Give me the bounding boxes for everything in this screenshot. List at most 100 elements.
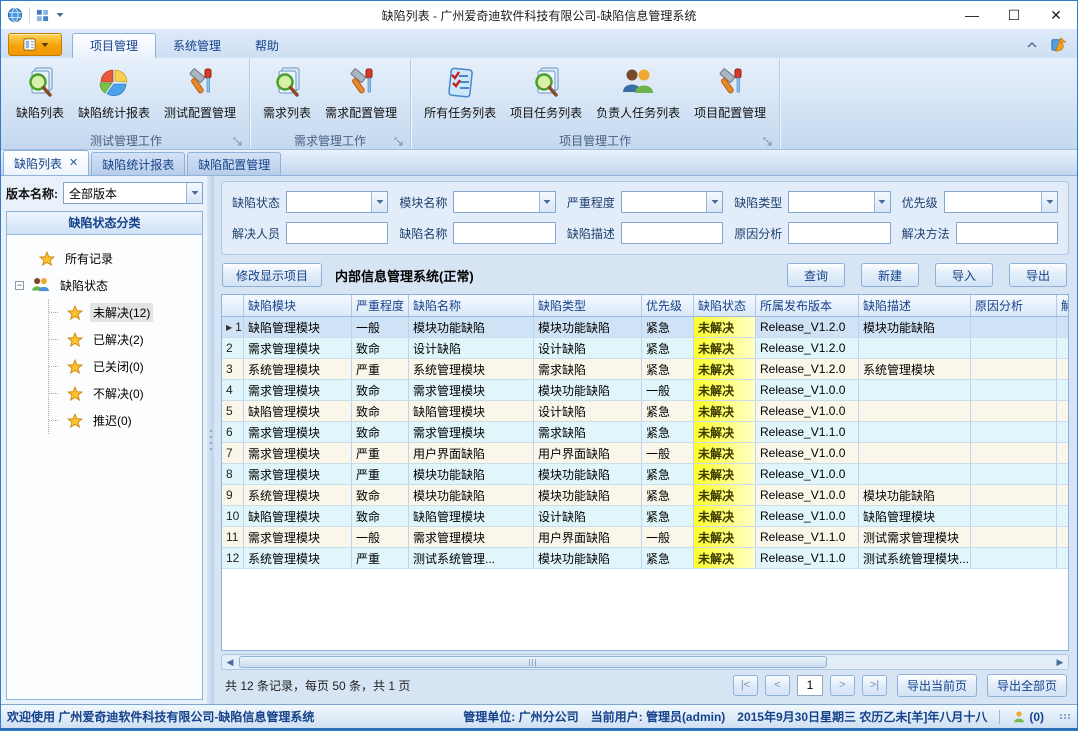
chevron-down-icon[interactable] <box>706 192 722 212</box>
tree-item[interactable]: 推迟(0) <box>49 407 198 434</box>
ribbon-tab-3[interactable]: 帮助 <box>238 33 296 58</box>
tree-item[interactable]: 所有记录 <box>15 245 198 272</box>
resize-grip[interactable] <box>1060 714 1071 719</box>
query-button[interactable]: 查询 <box>787 263 845 287</box>
dialog-launcher-icon[interactable] <box>763 137 772 146</box>
dialog-launcher-icon[interactable] <box>394 137 403 146</box>
ribbon-button[interactable]: 所有任务列表 <box>417 62 503 122</box>
grid-header-cell[interactable]: 缺陷名称 <box>409 295 534 316</box>
filter-select-缺陷类型[interactable] <box>788 191 890 213</box>
ribbon-tab-2[interactable]: 系统管理 <box>156 33 238 58</box>
ribbon-button[interactable]: 项目任务列表 <box>503 62 589 122</box>
export-button[interactable]: 导出 <box>1009 263 1067 287</box>
table-row[interactable]: 4需求管理模块致命需求管理模块模块功能缺陷一般未解决Release_V1.0.0 <box>222 380 1069 401</box>
table-row[interactable]: 8需求管理模块严重模块功能缺陷模块功能缺陷紧急未解决Release_V1.0.0 <box>222 464 1069 485</box>
grid-header-cell[interactable]: 所属发布版本 <box>756 295 859 316</box>
export-all-pages-button[interactable]: 导出全部页 <box>987 674 1067 697</box>
tree-collapse-icon[interactable]: − <box>15 281 24 290</box>
ribbon-button[interactable]: 缺陷统计报表 <box>71 62 157 122</box>
table-row[interactable]: 7需求管理模块严重用户界面缺陷用户界面缺陷一般未解决Release_V1.0.0 <box>222 443 1069 464</box>
application-menu-button[interactable] <box>8 33 62 56</box>
ribbon-button[interactable]: 需求列表 <box>256 62 318 122</box>
export-current-page-button[interactable]: 导出当前页 <box>897 674 977 697</box>
row-number: 9 <box>226 488 233 502</box>
chevron-down-icon[interactable] <box>186 183 202 203</box>
doc-tab-2[interactable]: 缺陷统计报表 <box>91 152 185 175</box>
grid-header-cell[interactable]: 缺陷状态 <box>694 295 756 316</box>
minimize-button[interactable]: — <box>951 1 993 29</box>
tree-item[interactable]: 未解决(12) <box>49 299 198 326</box>
status-right: 管理单位: 广州分公司 当前用户: 管理员(admin) 2015年9月30日星… <box>463 708 1071 725</box>
divider <box>999 710 1000 724</box>
filter-input-缺陷名称[interactable] <box>453 222 555 244</box>
scrollbar-track[interactable] <box>237 656 1053 668</box>
table-row[interactable]: 2需求管理模块致命设计缺陷设计缺陷紧急未解决Release_V1.2.0 <box>222 338 1069 359</box>
table-row[interactable]: 3系统管理模块严重系统管理模块需求缺陷紧急未解决Release_V1.2.0系统… <box>222 359 1069 380</box>
ribbon-button[interactable]: 项目配置管理 <box>687 62 773 122</box>
row-number: 11 <box>226 530 238 544</box>
first-page-button[interactable]: |< <box>733 675 758 696</box>
grid-header-cell[interactable]: 原因分析 <box>971 295 1057 316</box>
chevron-down-icon[interactable] <box>1041 192 1057 212</box>
filter-input-原因分析[interactable] <box>788 222 890 244</box>
collapse-ribbon-icon[interactable] <box>1026 39 1038 51</box>
ribbon-button[interactable]: 负责人任务列表 <box>589 62 687 122</box>
prev-page-button[interactable]: < <box>765 675 790 696</box>
table-row[interactable]: 6需求管理模块致命需求管理模块需求缺陷紧急未解决Release_V1.1.0 <box>222 422 1069 443</box>
tree-item[interactable]: 已关闭(0) <box>49 353 198 380</box>
splitter-handle[interactable] <box>207 176 214 704</box>
online-users[interactable]: (0) <box>1012 710 1044 724</box>
ribbon-style-icon[interactable] <box>1050 36 1067 53</box>
new-button[interactable]: 新建 <box>861 263 919 287</box>
tree-item[interactable]: 已解决(2) <box>49 326 198 353</box>
grid-header-cell[interactable]: 解决方法 <box>1057 295 1069 316</box>
table-row[interactable]: 5缺陷管理模块致命缺陷管理模块设计缺陷紧急未解决Release_V1.0.0 <box>222 401 1069 422</box>
page-number-input[interactable] <box>797 675 823 696</box>
modify-display-items-button[interactable]: 修改显示项目 <box>222 263 322 287</box>
horizontal-scrollbar[interactable]: ◀ ▶ <box>221 654 1069 670</box>
filter-select-严重程度[interactable] <box>621 191 723 213</box>
layout-grid-icon[interactable] <box>36 9 49 22</box>
close-icon[interactable]: ✕ <box>69 158 78 169</box>
grid-header-cell[interactable]: 优先级 <box>642 295 694 316</box>
filter-select-优先级[interactable] <box>944 191 1058 213</box>
last-page-button[interactable]: >| <box>862 675 887 696</box>
scrollbar-thumb[interactable] <box>239 656 827 668</box>
tree-item[interactable]: −缺陷状态 <box>15 272 198 299</box>
filter-input-解决方法[interactable] <box>956 222 1058 244</box>
close-button[interactable]: ✕ <box>1035 1 1077 29</box>
next-page-button[interactable]: > <box>830 675 855 696</box>
chevron-down-icon[interactable] <box>56 12 64 18</box>
table-row[interactable]: ▶1缺陷管理模块一般模块功能缺陷模块功能缺陷紧急未解决Release_V1.2.… <box>222 317 1069 338</box>
filter-label: 解决方法 <box>902 225 950 242</box>
chevron-down-icon[interactable] <box>371 192 387 212</box>
version-select[interactable]: 全部版本 <box>63 182 203 204</box>
doc-tab-3[interactable]: 缺陷配置管理 <box>187 152 281 175</box>
grid-header-cell[interactable]: 缺陷描述 <box>859 295 971 316</box>
scroll-left-icon[interactable]: ◀ <box>223 656 237 668</box>
filter-input-缺陷描述[interactable] <box>621 222 723 244</box>
table-row[interactable]: 11需求管理模块一般需求管理模块用户界面缺陷一般未解决Release_V1.1.… <box>222 527 1069 548</box>
table-row[interactable]: 12系统管理模块严重测试系统管理...模块功能缺陷紧急未解决Release_V1… <box>222 548 1069 569</box>
ribbon-button[interactable]: 缺陷列表 <box>9 62 71 122</box>
ribbon-button[interactable]: 需求配置管理 <box>318 62 404 122</box>
ribbon-button[interactable]: 测试配置管理 <box>157 62 243 122</box>
dialog-launcher-icon[interactable] <box>233 137 242 146</box>
grid-header-cell[interactable]: 缺陷模块 <box>244 295 352 316</box>
filter-select-缺陷状态[interactable] <box>286 191 388 213</box>
grid-header-cell[interactable]: 缺陷类型 <box>534 295 642 316</box>
scroll-right-icon[interactable]: ▶ <box>1053 656 1067 668</box>
chevron-down-icon[interactable] <box>539 192 555 212</box>
chevron-down-icon[interactable] <box>874 192 890 212</box>
grid-cell: 需求管理模块 <box>244 422 352 442</box>
grid-header-cell[interactable]: 严重程度 <box>352 295 409 316</box>
filter-select-模块名称[interactable] <box>453 191 555 213</box>
maximize-button[interactable]: ☐ <box>993 1 1035 29</box>
doc-tab-1[interactable]: 缺陷列表✕ <box>3 150 89 175</box>
import-button[interactable]: 导入 <box>935 263 993 287</box>
table-row[interactable]: 10缺陷管理模块致命缺陷管理模块设计缺陷紧急未解决Release_V1.0.0缺… <box>222 506 1069 527</box>
table-row[interactable]: 9系统管理模块致命模块功能缺陷模块功能缺陷紧急未解决Release_V1.0.0… <box>222 485 1069 506</box>
tree-item[interactable]: 不解决(0) <box>49 380 198 407</box>
filter-input-解决人员[interactable] <box>286 222 388 244</box>
ribbon-tab-1[interactable]: 项目管理 <box>72 33 156 58</box>
